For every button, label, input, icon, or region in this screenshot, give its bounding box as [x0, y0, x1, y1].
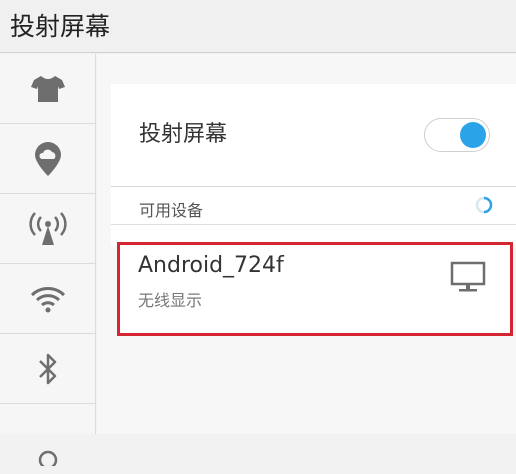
scanning-spinner-icon: [475, 196, 493, 214]
device-name: Android_724f: [138, 253, 284, 278]
available-devices-label: 可用设备: [139, 201, 204, 220]
more-icon: [33, 446, 63, 466]
cast-screen-row[interactable]: 投射屏幕: [111, 84, 516, 186]
device-status: 无线显示: [138, 291, 203, 310]
cast-settings-panel: 投射屏幕 可用设备: [111, 84, 516, 246]
sidebar: [0, 54, 96, 466]
device-list-item[interactable]: Android_724f 无线显示: [117, 242, 513, 336]
hotspot-icon: [28, 211, 68, 246]
sidebar-item-hotspot[interactable]: [0, 194, 95, 264]
bluetooth-icon: [37, 352, 59, 386]
wifi-icon: [30, 285, 66, 313]
page-title: 投射屏幕: [10, 12, 111, 41]
sidebar-item-wifi[interactable]: [0, 264, 95, 334]
section-divider: [111, 224, 516, 225]
sidebar-item-cloud[interactable]: [0, 124, 95, 194]
toggle-knob: [460, 122, 486, 148]
title-bar: 投射屏幕: [0, 0, 516, 53]
cloud-location-icon: [33, 141, 63, 177]
monitor-icon: [450, 261, 486, 293]
sidebar-item-more[interactable]: [0, 404, 95, 474]
cast-screen-toggle[interactable]: [424, 118, 490, 152]
sidebar-item-theme[interactable]: [0, 54, 95, 124]
tshirt-icon: [30, 74, 66, 104]
available-devices-header: 可用设备: [111, 186, 516, 224]
sidebar-item-bluetooth[interactable]: [0, 334, 95, 404]
cast-screen-label: 投射屏幕: [139, 122, 228, 147]
